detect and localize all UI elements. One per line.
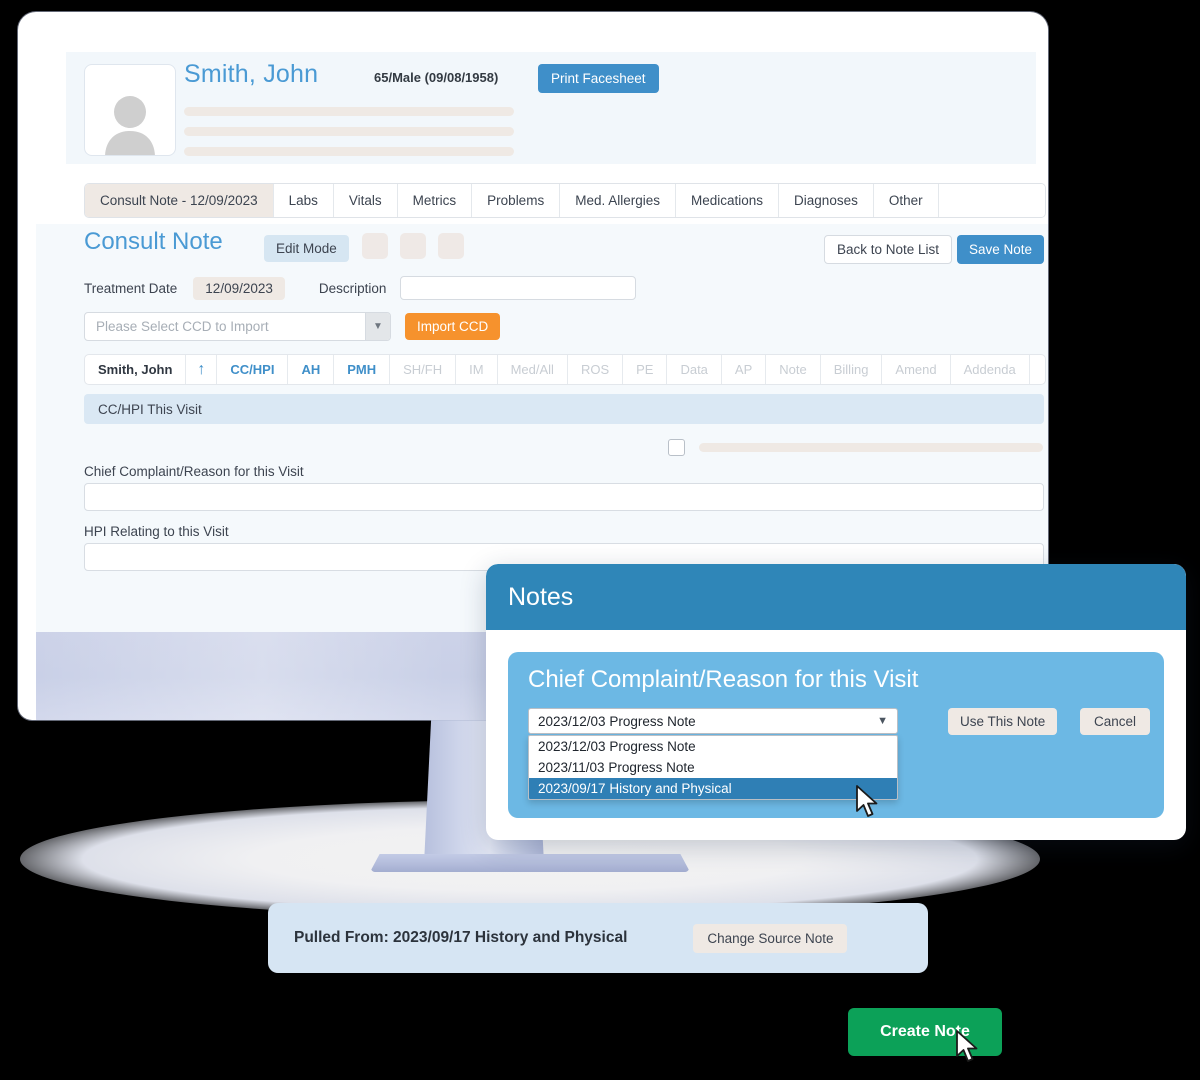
note-source-select-wrap: 2023/12/03 Progress Note ▼ 2023/12/03 Pr… [528,708,898,800]
monitor-illustration: Smith, John 65/Male (09/08/1958) Print F… [0,0,1200,1080]
dropdown-option[interactable]: 2023/12/03 Progress Note [529,736,897,757]
description-label: Description [318,280,387,296]
tab-med-allergies[interactable]: Med. Allergies [560,184,676,217]
tab-medications[interactable]: Medications [676,184,780,217]
placeholder-bar [184,127,514,136]
patient-name: Smith, John [184,60,319,88]
notes-modal-title: Notes [486,564,1186,630]
patient-demographics: 65/Male (09/08/1958) [374,70,499,85]
description-input[interactable] [400,276,637,300]
edit-mode-button[interactable]: Edit Mode [264,235,349,262]
section-tab-sh-fh: SH/FH [390,355,457,384]
section-tab-note: Note [766,355,821,384]
pulled-from-bar: Pulled From: 2023/09/17 History and Phys… [268,903,928,973]
treatment-date-row: Treatment Date 12/09/2023 Description [84,276,637,300]
section-tab-data: Data [667,355,722,384]
placeholder-bar [699,443,1043,452]
create-note-button[interactable]: Create Note [848,1008,1002,1056]
patient-header: Smith, John 65/Male (09/08/1958) Print F… [66,52,1036,164]
notes-modal: Notes Chief Complaint/Reason for this Vi… [486,564,1186,840]
hpi-label: HPI Relating to this Visit [84,524,229,539]
ccd-import-row: Please Select CCD to Import ▼ Import CCD [84,312,501,341]
toolbar-placeholder-button[interactable] [362,233,388,259]
section-tab-med-all: Med/All [498,355,568,384]
option-checkbox[interactable] [668,439,685,456]
tab-other[interactable]: Other [873,184,939,217]
use-this-note-button[interactable]: Use This Note [948,708,1058,735]
note-section-tabs: Smith, John ↑ CC/HPI AH PMH SH/FH IM Med/All ROS… [84,354,1046,385]
notes-modal-panel: Chief Complaint/Reason for this Visit 20… [508,652,1164,818]
ccd-select[interactable]: Please Select CCD to Import ▼ [84,312,391,341]
toolbar-placeholder-button[interactable] [400,233,426,259]
note-source-selected-value: 2023/12/03 Progress Note [538,713,696,729]
dropdown-option[interactable]: 2023/11/03 Progress Note [529,757,897,778]
tab-metrics[interactable]: Metrics [397,184,473,217]
option-row [668,439,1043,456]
section-strip-filler [1030,355,1045,384]
note-source-select[interactable]: 2023/12/03 Progress Note ▼ [528,708,898,734]
back-to-note-list-button[interactable]: Back to Note List [823,235,952,264]
note-source-dropdown: 2023/12/03 Progress Note 2023/11/03 Progr… [528,735,898,800]
up-arrow-icon[interactable]: ↑ [186,355,218,384]
treatment-date-label: Treatment Date [84,280,178,296]
section-banner: CC/HPI This Visit [84,394,1044,424]
tab-problems[interactable]: Problems [472,184,561,217]
page-title: Consult Note [84,228,223,255]
placeholder-bar [184,147,514,156]
section-tab-smith-john[interactable]: Smith, John [85,355,187,384]
section-tab-billing: Billing [821,355,883,384]
section-tab-cc-hpi[interactable]: CC/HPI [217,355,289,384]
ccd-select-placeholder: Please Select CCD to Import [96,319,269,334]
person-icon [105,96,155,155]
section-tab-ah[interactable]: AH [288,355,335,384]
monitor-base [370,854,690,872]
tab-diagnoses[interactable]: Diagnoses [779,184,874,217]
chart-tabs: Consult Note - 12/09/2023 Labs Vitals Metri… [84,183,1046,218]
tab-labs[interactable]: Labs [273,184,334,217]
tab-consult-note-12-09-2023[interactable]: Consult Note - 12/09/2023 [85,184,274,217]
section-tab-ap: AP [722,355,767,384]
chief-complaint-label: Chief Complaint/Reason for this Visit [84,464,304,479]
chevron-down-icon: ▼ [365,313,390,340]
chief-complaint-input[interactable] [84,483,1044,511]
chevron-down-icon: ▼ [877,715,888,727]
change-source-note-button[interactable]: Change Source Note [693,923,848,953]
treatment-date-value[interactable]: 12/09/2023 [193,276,285,300]
pulled-from-text: Pulled From: 2023/09/17 History and Phys… [294,929,628,946]
screen-content: Smith, John 65/Male (09/08/1958) Print F… [36,24,1048,632]
import-ccd-button[interactable]: Import CCD [405,313,501,340]
dropdown-option[interactable]: 2023/09/17 History and Physical [529,778,897,799]
cancel-button[interactable]: Cancel [1080,708,1151,735]
avatar [84,64,176,156]
placeholder-bar [184,107,514,116]
tab-vitals[interactable]: Vitals [333,184,398,217]
section-tab-ros: ROS [568,355,624,384]
section-tab-addenda: Addenda [951,355,1030,384]
section-tab-pmh[interactable]: PMH [334,355,391,384]
toolbar-placeholder-button[interactable] [438,233,464,259]
section-tab-im: IM [456,355,498,384]
save-note-button[interactable]: Save Note [956,235,1044,264]
section-tab-pe: PE [623,355,668,384]
section-tab-amend: Amend [882,355,951,384]
tab-strip-filler [938,184,1045,217]
print-facesheet-button[interactable]: Print Facesheet [538,64,659,93]
notes-panel-title: Chief Complaint/Reason for this Visit [528,666,919,693]
